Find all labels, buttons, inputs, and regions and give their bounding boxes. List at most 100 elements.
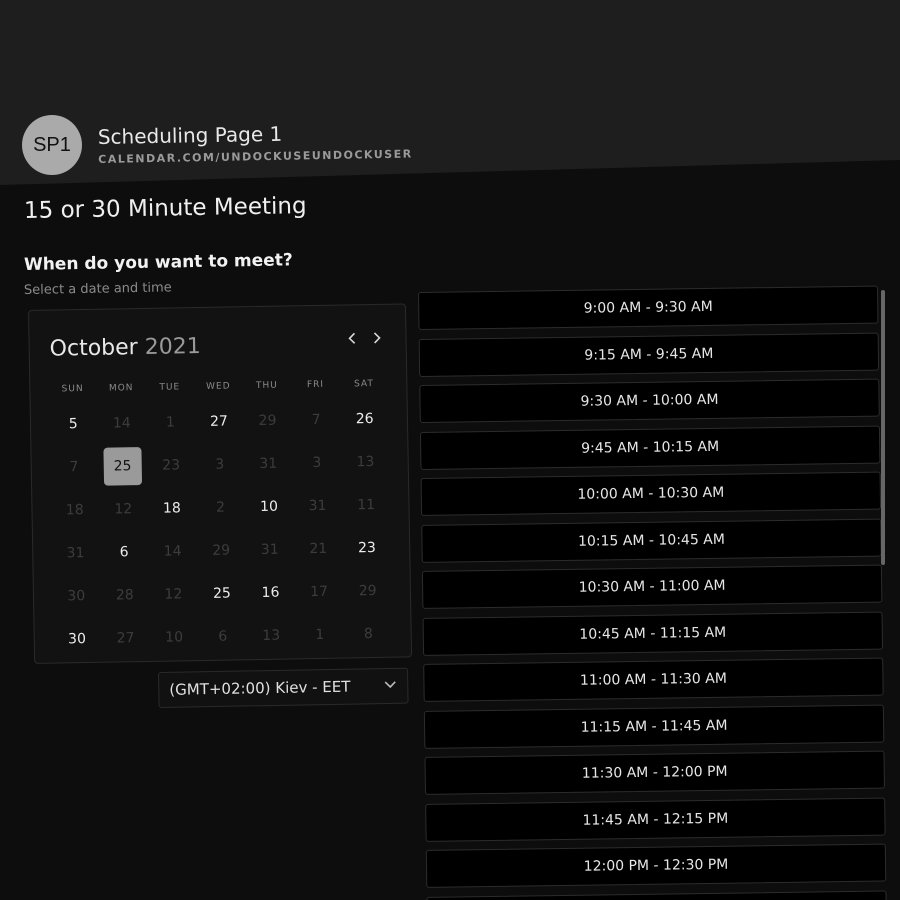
calendar-day: 23 — [146, 443, 195, 487]
time-slot-button[interactable]: 12:15 PM - 12:45 PM — [426, 890, 887, 900]
calendar-day-label: 3 — [312, 454, 322, 471]
slot-list-scrollbar[interactable] — [881, 290, 885, 565]
calendar-day-label: 23 — [357, 539, 376, 556]
time-slot-button[interactable]: 9:45 AM - 10:15 AM — [419, 425, 881, 470]
calendar-day-label: 27 — [116, 629, 135, 647]
calendar-day: 29 — [197, 528, 246, 572]
calendar-day: 12 — [99, 487, 148, 531]
calendar-day-label: 12 — [164, 585, 183, 603]
weekday-label: SUN — [61, 384, 84, 395]
calendar-day: 30 — [52, 574, 101, 618]
time-slot-button[interactable]: 10:30 AM - 11:00 AM — [421, 564, 883, 609]
calendar-day-label: 7 — [311, 411, 321, 428]
calendar-day-label: 8 — [363, 625, 374, 642]
meeting-question: When do you want to meet? — [23, 250, 293, 275]
calendar-day: 29 — [343, 569, 392, 613]
calendar-day[interactable]: 27 — [194, 399, 243, 443]
calendar-day: 31 — [244, 441, 293, 485]
calendar-day-label: 23 — [162, 456, 181, 474]
calendar-day-label: 25 — [212, 585, 232, 602]
calendar-day-label: 17 — [310, 583, 329, 600]
calendar-day-label: 12 — [114, 500, 133, 518]
calendar-day: 11 — [341, 483, 390, 527]
time-slot-button[interactable]: 11:30 AM - 12:00 PM — [424, 750, 885, 795]
date-time-hint: Select a date and time — [23, 280, 172, 298]
calendar-day-label: 31 — [259, 455, 278, 472]
calendar-month-label: October 2021 — [49, 334, 200, 362]
weekday-label: TUE — [159, 382, 181, 393]
calendar-day: 3 — [195, 442, 244, 486]
timezone-select[interactable]: (GMT+02:00) Kiev - EET — [158, 667, 409, 708]
calendar-day: 14 — [97, 401, 146, 445]
calendar-day-label: 31 — [308, 497, 327, 514]
calendar-day: 7 — [291, 398, 340, 442]
calendar-day-label: 10 — [259, 498, 279, 515]
calendar-day[interactable]: 6 — [99, 530, 148, 574]
calendar-day-label: 16 — [261, 584, 280, 601]
calendar-day: 8 — [344, 612, 393, 656]
calendar-day: 13 — [341, 440, 390, 484]
calendar-day: 18 — [50, 488, 99, 532]
calendar-day[interactable]: 30 — [52, 617, 101, 661]
calendar-day: 31 — [51, 531, 100, 575]
scheduling-page-name: Scheduling Page 1 — [97, 121, 283, 149]
calendar-day: 10 — [149, 615, 198, 659]
avatar: SP1 — [22, 115, 82, 175]
time-slot-button[interactable]: 9:00 AM - 9:30 AM — [418, 285, 879, 330]
calendar-day: 29 — [243, 398, 292, 442]
time-slot-button[interactable]: 11:00 AM - 11:30 AM — [423, 657, 884, 702]
time-slot-button[interactable]: 10:15 AM - 10:45 AM — [421, 518, 882, 563]
calendar-day: 27 — [101, 616, 150, 660]
calendar-day-label: 30 — [67, 587, 86, 604]
calendar-day[interactable]: 18 — [147, 486, 196, 530]
calendar-day-label: 1 — [165, 413, 175, 431]
weekday-label: THU — [255, 380, 278, 392]
calendar-day: 3 — [292, 441, 341, 485]
calendar-day[interactable]: 5 — [49, 402, 98, 446]
time-slot-button[interactable]: 10:45 AM - 11:15 AM — [422, 611, 884, 656]
calendar-day-label: 3 — [215, 456, 225, 473]
calendar-year: 2021 — [144, 333, 201, 360]
calendar-day-label: 18 — [65, 501, 84, 518]
calendar-day-label: 31 — [66, 544, 85, 561]
calendar-days-grid: 5 14 1 27 29 7 26 7 25 23 3 31 3 13 18 12 18 2 10 31 11 31 6 14… — [49, 397, 393, 661]
calendar-day: 31 — [245, 527, 294, 571]
calendar-day-label: 18 — [162, 499, 181, 517]
calendar-day[interactable]: 10 — [244, 484, 293, 528]
calendar-day[interactable]: 16 — [246, 570, 295, 614]
time-slot-button[interactable]: 11:45 AM - 12:15 PM — [425, 797, 886, 842]
calendar-day[interactable]: 25 — [197, 571, 246, 615]
calendar-day: 1 — [146, 400, 195, 444]
calendar-day-label: 6 — [119, 543, 129, 560]
calendar-day: 28 — [100, 573, 149, 617]
chevron-left-icon[interactable] — [345, 329, 359, 347]
calendar-day-label: 29 — [212, 542, 231, 559]
page-header: SP1 Scheduling Page 1 CALENDAR.COM/UNDOC… — [22, 115, 413, 175]
calendar-day-label: 11 — [357, 496, 376, 513]
time-slot-button[interactable]: 9:30 AM - 10:00 AM — [419, 378, 880, 423]
meeting-title: 15 or 30 Minute Meeting — [23, 193, 307, 224]
calendar-day-label: 26 — [355, 410, 374, 427]
calendar-day-selected[interactable]: 25 — [98, 444, 147, 488]
time-slot-button[interactable]: 9:15 AM - 9:45 AM — [418, 332, 880, 377]
calendar-day-label: 29 — [358, 582, 377, 599]
calendar-day-label: 14 — [163, 542, 182, 560]
calendar-day: 31 — [293, 484, 342, 528]
chevron-right-icon[interactable] — [369, 329, 383, 347]
calendar-day-label: 27 — [209, 413, 229, 430]
time-slot-button[interactable]: 11:15 AM - 11:45 AM — [423, 704, 885, 749]
weekday-header: SUN MON TUE WED THU FRI SAT — [48, 379, 388, 395]
calendar-month: October — [49, 335, 138, 362]
calendar-day: 17 — [294, 570, 343, 614]
calendar-day-label: 13 — [262, 627, 281, 644]
time-slot-list: 9:00 AM - 9:30 AM 9:15 AM - 9:45 AM 9:30 A… — [418, 285, 887, 900]
calendar-day-label: 1 — [315, 626, 325, 643]
calendar-day-label: 30 — [67, 630, 87, 647]
calendar-day[interactable]: 23 — [342, 526, 391, 570]
calendar-day: 6 — [198, 614, 247, 658]
calendar-day-label: 13 — [356, 453, 375, 470]
calendar-day[interactable]: 26 — [340, 397, 389, 441]
time-slot-button[interactable]: 12:00 PM - 12:30 PM — [425, 843, 887, 888]
scheduling-page-url[interactable]: CALENDAR.COM/UNDOCKUSEUNDOCKUSER — [98, 147, 413, 165]
time-slot-button[interactable]: 10:00 AM - 10:30 AM — [420, 471, 882, 516]
